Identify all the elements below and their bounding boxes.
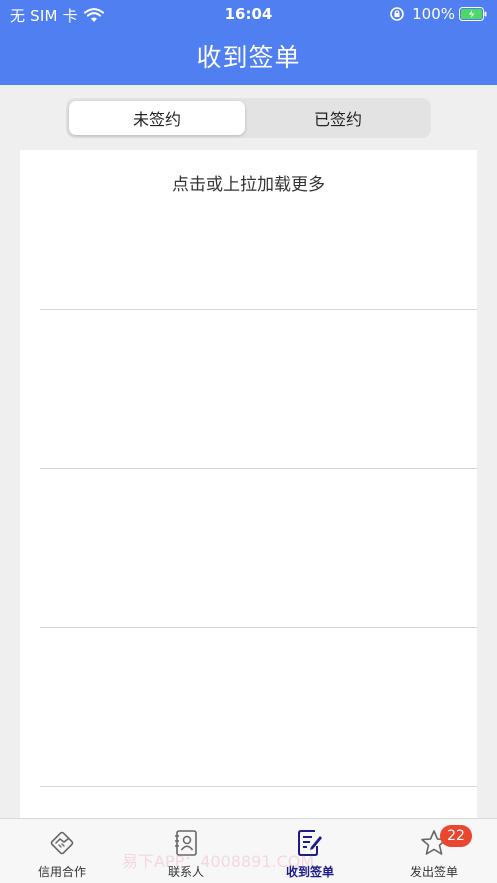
edit-document-icon (298, 830, 322, 856)
sign-status-segmented-control: 未签约 已签约 (66, 98, 431, 138)
battery-icon (459, 7, 487, 21)
page-title: 收到签单 (196, 43, 301, 72)
tab-label: 联系人 (167, 865, 204, 879)
tab-received-orders[interactable]: 收到签单 (248, 819, 372, 883)
tab-contacts[interactable]: 联系人 (124, 819, 248, 883)
handshake-icon (50, 831, 74, 855)
notification-badge: 22 (440, 825, 472, 847)
tab-sent-orders[interactable]: 发出签单 22 (372, 819, 496, 883)
contacts-icon (175, 830, 197, 856)
status-right: 100% (389, 5, 487, 23)
tab-label: 发出签单 (409, 865, 458, 879)
tab-credit-cooperation[interactable]: 信用合作 (0, 819, 124, 883)
rotation-lock-icon (390, 7, 404, 21)
segment-unsigned[interactable]: 未签约 (69, 101, 245, 135)
order-list[interactable]: 点击或上拉加载更多 (20, 150, 477, 818)
tab-bar: 信用合作 联系人 收到签单 发出签单 22 (0, 818, 497, 883)
list-divider (40, 786, 477, 787)
list-divider (40, 468, 477, 469)
status-bar: 无 SIM 卡 16:04 100% (0, 0, 497, 28)
list-divider (40, 627, 477, 628)
header-bar: 无 SIM 卡 16:04 100% 收到签单 (0, 0, 497, 85)
segment-signed[interactable]: 已签约 (250, 101, 426, 135)
load-more-text[interactable]: 点击或上拉加载更多 (20, 170, 477, 195)
tab-label: 收到签单 (285, 865, 334, 879)
list-divider (40, 309, 477, 310)
tab-label: 信用合作 (37, 865, 86, 879)
battery-percentage: 100% (412, 5, 455, 23)
